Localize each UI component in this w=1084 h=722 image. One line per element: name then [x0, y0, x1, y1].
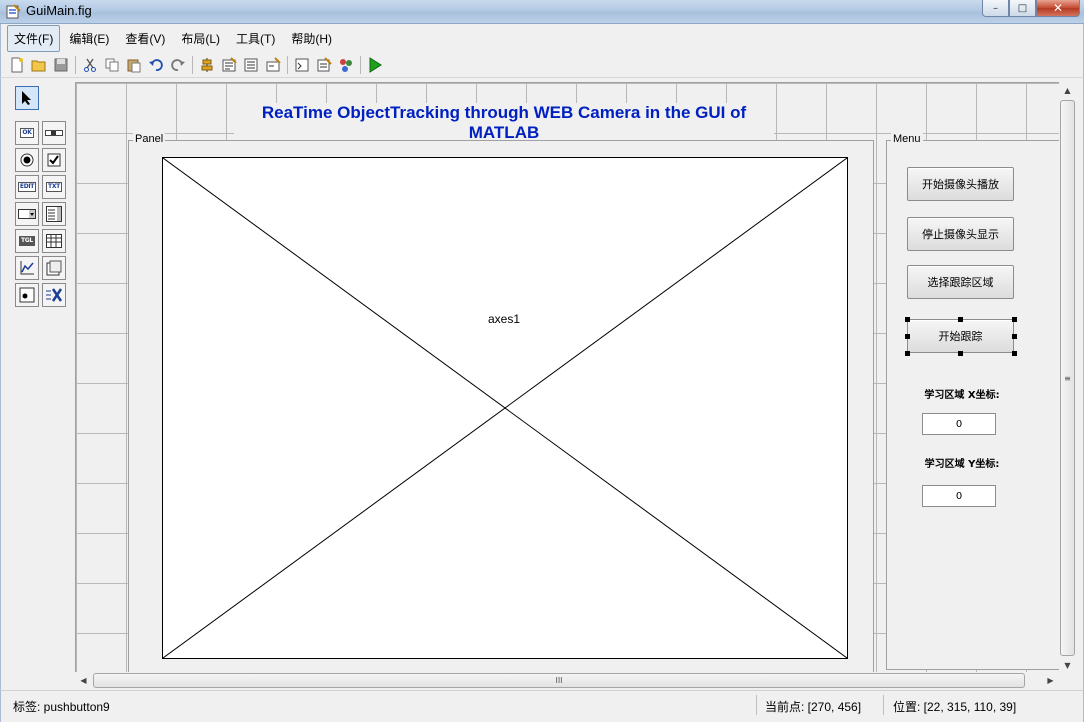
layout-canvas[interactable]: ReaTime ObjectTracking through WEB Camer… [75, 82, 1059, 674]
horizontal-scroll-thumb[interactable]: III [93, 673, 1025, 688]
minimize-button[interactable]: – [982, 0, 1009, 17]
select-tool-icon[interactable] [15, 86, 39, 110]
toolbar-separator [287, 55, 288, 74]
scroll-right-icon[interactable]: ▶ [1042, 672, 1059, 689]
axes-label: axes1 [487, 312, 522, 326]
popup-menu-tool-icon[interactable] [15, 202, 39, 226]
stop-camera-button[interactable]: 停止摄像头显示 [907, 217, 1014, 251]
y-coord-label: 学习区域 Y坐标: [924, 459, 1000, 470]
panel-label: Panel [133, 133, 166, 145]
menu-help[interactable]: 帮助(H) [284, 25, 339, 52]
status-position: 位置: [22, 315, 110, 39] [893, 700, 1017, 714]
undo-icon[interactable] [145, 54, 167, 76]
video-panel[interactable]: Panel axes1 [128, 133, 874, 674]
mfile-editor-icon[interactable] [291, 54, 313, 76]
menu-tools[interactable]: 工具(T) [229, 25, 282, 52]
panel-tool-icon[interactable] [42, 256, 66, 280]
toolbar-separator [75, 55, 76, 74]
status-current-point: 当前点: [270, 456] [765, 700, 862, 714]
cut-icon[interactable] [79, 54, 101, 76]
status-bar: 标签: pushbutton9 当前点: [270, 456] 位置: [22,… [0, 690, 1084, 722]
window-title: GuiMain.fig [26, 3, 92, 18]
status-divider [883, 695, 884, 715]
vertical-scrollbar[interactable]: ▲ ≡ ▼ [1059, 82, 1076, 674]
edit-tag: EDIT [17, 182, 37, 192]
axes-placeholder-cross [163, 158, 847, 658]
toggle-tag: TGL [19, 236, 35, 246]
window-controls: – □ ✕ [982, 0, 1080, 17]
status-tag: 标签: pushbutton9 [13, 700, 110, 714]
selection-handle[interactable] [905, 334, 910, 339]
selection-handle[interactable] [958, 351, 963, 356]
toolbar [0, 52, 1084, 78]
scroll-down-icon[interactable]: ▼ [1059, 657, 1076, 674]
menu-panel[interactable]: Menu 开始摄像头播放 停止摄像头显示 选择跟踪区域 开始跟踪 学习区域 X坐… [886, 133, 1059, 670]
menu-editor-icon[interactable] [218, 54, 240, 76]
toolbar-separator [360, 55, 361, 74]
scroll-up-icon[interactable]: ▲ [1059, 82, 1076, 99]
redo-icon[interactable] [167, 54, 189, 76]
menu-view[interactable]: 查看(V) [118, 25, 172, 52]
selection-handle[interactable] [1012, 351, 1017, 356]
menu-file[interactable]: 文件(F) [7, 24, 61, 52]
toolbar-separator [192, 55, 193, 74]
guide-app-icon [6, 4, 21, 19]
selection-handle[interactable] [1012, 334, 1017, 339]
table-tool-icon[interactable] [42, 229, 66, 253]
y-coord-field[interactable]: 0 [922, 485, 996, 507]
listbox-tool-icon[interactable] [42, 202, 66, 226]
axes1[interactable]: axes1 [162, 157, 848, 659]
scroll-left-icon[interactable]: ◀ [75, 672, 92, 689]
selection-handle[interactable] [958, 317, 963, 322]
horizontal-scrollbar[interactable]: ◀ III ▶ [75, 672, 1059, 689]
static-text-tool-icon[interactable]: TXT [42, 175, 66, 199]
selection-handle[interactable] [905, 317, 910, 322]
text-tag: TXT [46, 182, 62, 192]
x-coord-label: 学习区域 X坐标: [924, 390, 1000, 401]
pushbutton-tag: OK [20, 128, 34, 138]
status-divider [756, 695, 757, 715]
menu-layout[interactable]: 布局(L) [174, 25, 227, 52]
new-icon[interactable] [6, 54, 28, 76]
menu-edit[interactable]: 编辑(E) [62, 25, 116, 52]
start-camera-button[interactable]: 开始摄像头播放 [907, 167, 1014, 201]
button-group-tool-icon[interactable] [15, 283, 39, 307]
vertical-scroll-thumb[interactable]: ≡ [1060, 100, 1075, 656]
axes-tool-icon[interactable] [15, 256, 39, 280]
activex-tool-icon[interactable] [42, 283, 66, 307]
select-region-button[interactable]: 选择跟踪区域 [907, 265, 1014, 299]
pushbutton-tool-icon[interactable]: OK [15, 121, 39, 145]
save-icon[interactable] [50, 54, 72, 76]
checkbox-tool-icon[interactable] [42, 148, 66, 172]
close-button[interactable]: ✕ [1036, 0, 1080, 17]
slider-tool-icon[interactable] [42, 121, 66, 145]
property-inspector-icon[interactable] [313, 54, 335, 76]
run-icon[interactable] [364, 54, 386, 76]
tab-order-icon[interactable] [240, 54, 262, 76]
open-icon[interactable] [28, 54, 50, 76]
menu-bar: 文件(F) 编辑(E) 查看(V) 布局(L) 工具(T) 帮助(H) [0, 24, 1084, 52]
copy-icon[interactable] [101, 54, 123, 76]
toolbar-editor-icon[interactable] [262, 54, 284, 76]
start-tracking-button[interactable]: 开始跟踪 [907, 319, 1014, 353]
selection-handle[interactable] [1012, 317, 1017, 322]
edit-text-tool-icon[interactable]: EDIT [15, 175, 39, 199]
maximize-button[interactable]: □ [1009, 0, 1036, 17]
menu-panel-label: Menu [891, 133, 923, 145]
object-browser-icon[interactable] [335, 54, 357, 76]
radiobutton-tool-icon[interactable] [15, 148, 39, 172]
toggle-tool-icon[interactable]: TGL [15, 229, 39, 253]
selection-handle[interactable] [905, 351, 910, 356]
gui-title-text[interactable]: ReaTime ObjectTracking through WEB Camer… [234, 103, 774, 143]
title-bar: GuiMain.fig – □ ✕ [0, 0, 1084, 24]
layout-editor: OK EDIT TXT TGL ReaTime ObjectTracking t… [0, 78, 1084, 690]
align-icon[interactable] [196, 54, 218, 76]
paste-icon[interactable] [123, 54, 145, 76]
x-coord-field[interactable]: 0 [922, 413, 996, 435]
